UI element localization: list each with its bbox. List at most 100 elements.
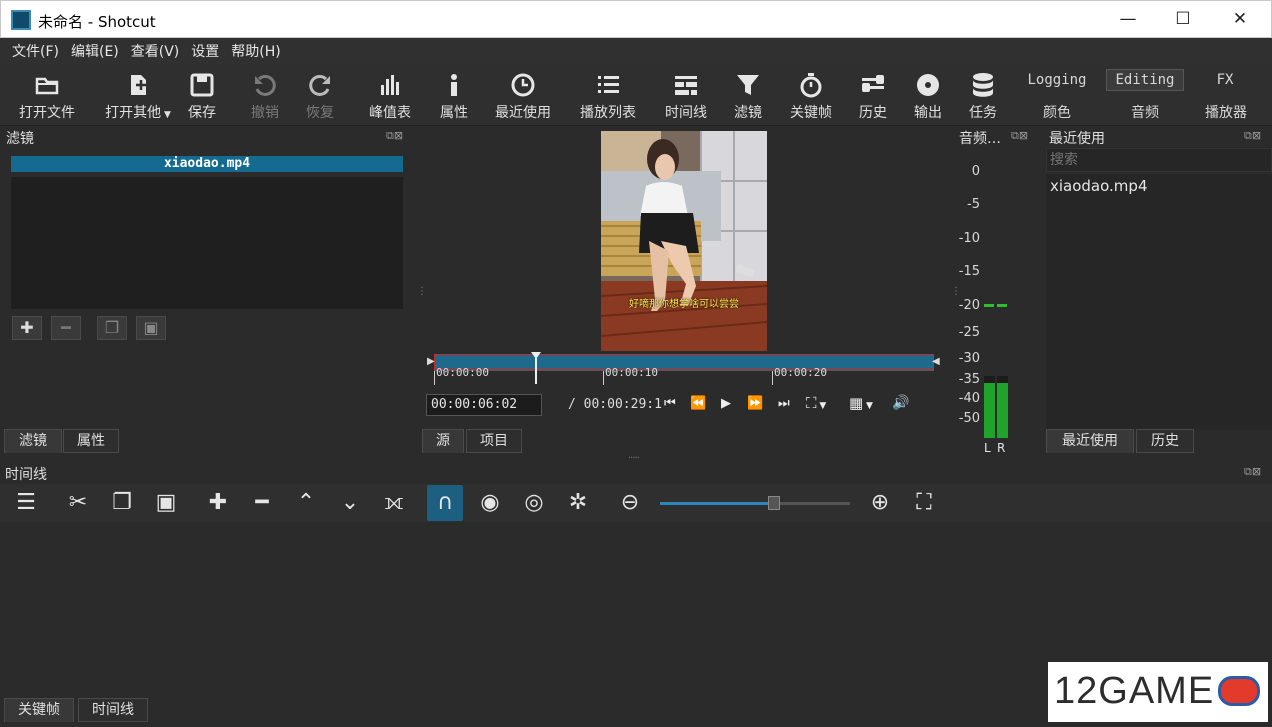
zoom-fit-timeline-icon[interactable]: ⛶ [906,485,942,521]
recent-button[interactable]: 最近使用 [490,64,556,126]
scrub-eye-icon[interactable]: ◉ [472,485,508,521]
layout-audio[interactable]: 音频 [1106,102,1184,122]
audio-float-dock-icon[interactable]: ⧉⊠ [1011,129,1028,143]
timeline-button[interactable]: 时间线 [658,64,714,126]
zoom-slider[interactable] [660,496,850,510]
layout-player[interactable]: 播放器 [1196,102,1256,122]
close-button[interactable]: ✕ [1217,1,1263,38]
tab-recent[interactable]: 最近使用 [1046,429,1134,453]
float-dock-icon[interactable]: ⧉⊠ [386,129,403,143]
properties-button[interactable]: 属性 [432,64,476,126]
cut-icon[interactable]: ✂ [60,485,96,521]
left-splitter-handle[interactable]: ⋮ [417,286,427,297]
playhead[interactable] [531,352,541,384]
append-icon[interactable]: ✚ [200,485,236,521]
save-icon [190,73,214,97]
rewind-icon[interactable]: ⏪ [690,396,706,411]
remove-filter-button[interactable]: ━ [51,316,81,340]
layout-fx[interactable]: FX [1204,70,1246,92]
tab-keyframes[interactable]: 关键帧 [4,698,74,722]
skip-to-end-icon[interactable]: ⏭ [778,396,790,411]
level-bar-right-track [997,376,1008,438]
peak-meter-button[interactable]: 峰值表 [362,64,418,126]
open-other-button[interactable]: 打开其他 ▼ [98,64,178,126]
stopwatch-icon [800,73,822,98]
filters-panel-title: 滤镜 [6,131,34,147]
keyframes-button[interactable]: 关键帧 [784,64,838,126]
menu-settings[interactable]: 设置 [185,38,225,61]
layout-color[interactable]: 颜色 [1026,102,1088,122]
tab-project[interactable]: 项目 [466,429,522,453]
open-file-button[interactable]: 打开文件 [10,64,84,126]
peak-marker-left [984,304,994,307]
export-button[interactable]: 输出 [906,64,950,126]
filter-list[interactable] [11,177,403,309]
ripple-icon[interactable]: ◎ [516,485,552,521]
title-bar: 未命名 - Shotcut — ☐ ✕ [0,0,1272,38]
tab-timeline[interactable]: 时间线 [78,698,148,722]
in-point-marker[interactable]: ▶ [427,356,435,367]
out-point-marker[interactable]: ◀ [932,356,940,367]
filter-icon [737,75,759,95]
remove-icon[interactable]: ━ [244,485,280,521]
video-preview[interactable]: 好嘀那你想学啥可以尝尝 [601,131,767,351]
menu-view[interactable]: 查看(V) [125,38,186,61]
undo-button[interactable]: 撤销 [244,64,286,126]
lift-icon[interactable]: ⌃ [288,485,324,521]
channel-label-left: L [984,441,991,455]
tab-properties[interactable]: 属性 [63,429,119,453]
player-panel: 好嘀那你想学啥可以尝尝 ⋮ ⋮ ▶ ◀ 00:00:00 00:00:10 00… [417,126,961,456]
jobs-button[interactable]: 任务 [962,64,1004,126]
fast-forward-icon[interactable]: ⏩ [747,396,763,411]
filters-button[interactable]: 滤镜 [726,64,770,126]
level-bar-left-track [984,376,995,438]
maximize-button[interactable]: ☐ [1160,1,1206,38]
zoom-slider-fill [660,502,774,505]
tab-source[interactable]: 源 [422,429,464,453]
save-button[interactable]: 保存 [180,64,224,126]
zoom-out-icon[interactable]: ⊖ [612,485,648,521]
tab-history[interactable]: 历史 [1136,429,1194,453]
layout-logging[interactable]: Logging [1026,70,1088,92]
recent-list-item[interactable]: xiaodao.mp4 [1050,177,1148,195]
paste-filter-button[interactable]: ▣ [136,316,166,340]
timecode-input[interactable]: 00:00:06:02 [426,394,542,416]
zoom-in-icon[interactable]: ⊕ [862,485,898,521]
list-icon [598,76,619,93]
split-icon[interactable]: ⟗ [376,485,412,521]
redo-button[interactable]: 恢复 [299,64,341,126]
snap-magnet-icon[interactable]: ∩ [427,485,463,521]
overwrite-icon[interactable]: ⌄ [332,485,368,521]
layout-editing[interactable]: Editing [1106,69,1184,91]
minimize-button[interactable]: — [1105,1,1151,38]
paste-icon[interactable]: ▣ [148,485,184,521]
watermark-logo: 12GAME [1048,662,1268,722]
menu-help[interactable]: 帮助(H) [225,38,286,61]
playlist-button[interactable]: 播放列表 [574,64,642,126]
chevron-down-icon: ▼ [161,110,171,120]
timeline-menu-icon[interactable]: ☰ [8,485,44,521]
recent-search-input[interactable] [1046,148,1272,172]
audio-panel-title: 音频… [959,131,1001,147]
zoom-slider-handle[interactable] [768,496,780,510]
copy-icon[interactable]: ❐ [104,485,140,521]
tab-filters[interactable]: 滤镜 [4,429,62,453]
app-icon [11,10,31,30]
volume-icon[interactable]: 🔊 [892,395,909,411]
scrub-bar[interactable] [434,354,934,370]
menu-file[interactable]: 文件(F) [6,38,65,61]
disc-icon [917,74,939,96]
video-frame-image [601,131,767,351]
ripple-all-icon[interactable]: ✲ [560,485,596,521]
history-button[interactable]: 历史 [852,64,894,126]
zoom-fit-icon[interactable]: ⛶ ▼ [806,394,826,412]
menu-edit[interactable]: 编辑(E) [65,38,125,61]
add-filter-button[interactable]: ✚ [12,316,42,340]
peak-marker-right [997,304,1007,307]
play-icon[interactable]: ▶ [721,396,731,411]
grid-icon[interactable]: ▦ ▼ [849,394,873,412]
timeline-float-dock-icon[interactable]: ⧉⊠ [1244,465,1261,479]
recent-float-dock-icon[interactable]: ⧉⊠ [1244,129,1261,143]
copy-filter-button[interactable]: ❐ [97,316,127,340]
skip-to-start-icon[interactable]: ⏮ [664,396,676,411]
